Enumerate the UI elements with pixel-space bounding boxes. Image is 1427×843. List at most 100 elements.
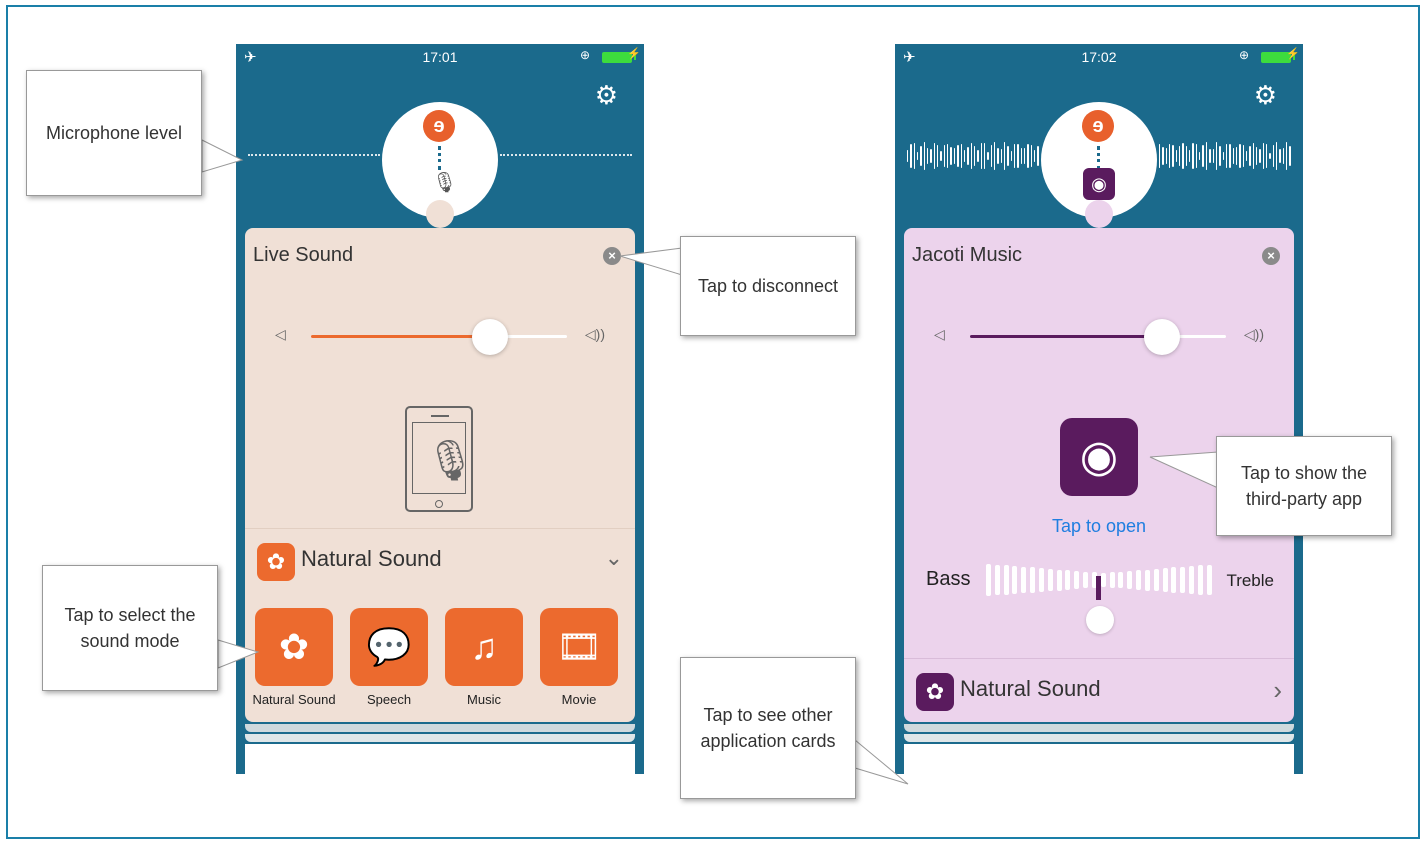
equalizer-bar	[1144, 569, 1150, 591]
sound-mode-selector[interactable]: ✿ Natural Sound ⌄	[245, 528, 635, 590]
sound-mode-selector[interactable]: ✿ Natural Sound ›	[904, 658, 1294, 720]
close-icon[interactable]: ×	[1262, 247, 1280, 265]
flower-icon: ✿	[255, 608, 333, 686]
equalizer-marker	[1096, 576, 1101, 600]
waveform-bar	[953, 148, 956, 164]
card-stack-edge[interactable]	[904, 734, 1294, 742]
waveform-bar	[1266, 143, 1268, 169]
mode-label: Natural Sound	[252, 692, 336, 707]
waveform-bar	[967, 146, 969, 166]
equalizer-bar	[1136, 570, 1142, 590]
card-stack-edge[interactable]	[245, 734, 635, 742]
waveform-bar	[1017, 144, 1019, 168]
film-icon: 🎞	[540, 608, 618, 686]
volume-slider[interactable]: ◁ ◁))	[934, 319, 1264, 355]
mode-label: Movie	[561, 692, 597, 707]
music-note-icon: ♫	[445, 608, 523, 686]
card-stack-edge[interactable]	[904, 744, 1294, 774]
waveform-bar	[1289, 145, 1291, 167]
card-pointer	[426, 200, 454, 228]
callout-third-party-app: Tap to show the third-party app	[1216, 436, 1392, 536]
equalizer-bar	[1074, 570, 1080, 590]
volume-knob[interactable]	[472, 319, 509, 355]
tablet-screen: 🎙	[412, 422, 476, 494]
waveform-bar	[1279, 149, 1281, 163]
music-app-icon: ◉	[1083, 168, 1115, 200]
equalizer-bar	[1056, 569, 1062, 591]
volume-low-icon: ◁	[934, 326, 945, 342]
equalizer-bar	[1100, 573, 1106, 587]
mode-natural-sound[interactable]: ✿ Natural Sound	[249, 608, 339, 707]
volume-track[interactable]	[311, 319, 567, 355]
volume-knob[interactable]	[1144, 319, 1180, 355]
waveform-bar	[1252, 143, 1254, 169]
mode-speech[interactable]: 💬 Speech	[344, 608, 434, 707]
volume-fill	[311, 335, 491, 338]
waveform-bar	[980, 143, 982, 169]
chevron-right-icon[interactable]: ›	[1273, 675, 1282, 706]
close-icon[interactable]: ×	[603, 247, 621, 265]
waveform-bar	[1219, 145, 1221, 167]
mode-label: Music	[467, 692, 501, 707]
rotation-lock-icon: ⊕	[1238, 48, 1249, 62]
card-stack-edge[interactable]	[245, 724, 635, 732]
waveform-bar	[1205, 142, 1208, 170]
chevron-down-icon[interactable]: ⌄	[605, 545, 623, 571]
waveform-bar	[1195, 143, 1198, 169]
gear-icon[interactable]: ⚙	[1254, 82, 1277, 108]
waveform-bar	[923, 142, 926, 170]
microphone-icon: 🎙	[425, 439, 476, 483]
volume-slider[interactable]: ◁ ◁))	[275, 319, 605, 355]
ear-icon: ɘ	[1082, 110, 1114, 142]
waveform-bar	[987, 152, 989, 160]
waveform-bar	[1255, 146, 1258, 166]
waveform-bar	[1159, 144, 1161, 168]
waveform-bar	[1249, 146, 1251, 166]
waveform-bar	[983, 143, 986, 169]
waveform-bar	[1172, 144, 1174, 168]
volume-low-icon: ◁	[275, 326, 286, 342]
phone-jacoti-music: ✈ 17:02 ⊕ ⚡ ⚙ ɘ ◉ Jacoti Music × ◁ ◁)) ◉…	[895, 44, 1303, 774]
waveform-bar	[1259, 149, 1261, 163]
waveform-bar	[1020, 147, 1023, 165]
waveform-bar	[943, 144, 946, 168]
equalizer-bar	[1127, 570, 1133, 590]
mode-movie[interactable]: 🎞 Movie	[534, 608, 624, 707]
card-title: Jacoti Music	[912, 244, 1023, 266]
equalizer-bar	[1003, 565, 1009, 595]
gear-icon[interactable]: ⚙	[595, 82, 618, 108]
connection-dots	[1097, 146, 1100, 170]
volume-track[interactable]	[970, 319, 1226, 355]
card-stack-edge[interactable]	[904, 724, 1294, 732]
status-bar: ✈ 17:01 ⊕ ⚡	[236, 44, 644, 70]
waveform-bar	[940, 150, 942, 162]
bass-label: Bass	[926, 568, 971, 590]
waveform-bar	[1030, 144, 1033, 168]
callout-select-mode: Tap to select the sound mode	[42, 565, 218, 691]
waveform-bar	[977, 149, 979, 163]
waveform-bar	[993, 142, 996, 170]
waveform-bar	[1239, 144, 1241, 168]
waveform-bar	[990, 145, 992, 167]
callout-disconnect: Tap to disconnect	[680, 236, 856, 336]
equalizer-knob[interactable]	[1086, 606, 1114, 634]
waveform-bar	[1235, 147, 1238, 165]
connection-dots	[438, 146, 441, 170]
microphone-icon: 🎙	[432, 172, 458, 194]
waveform-bar	[1024, 147, 1026, 165]
waveform-bar	[910, 143, 912, 169]
tablet-microphone-illustration: 🎙	[405, 406, 476, 512]
waveform-bar	[933, 142, 936, 170]
card-stack-edge[interactable]	[245, 744, 635, 774]
waveform-bar	[1007, 145, 1009, 167]
waveform-bar	[930, 149, 932, 163]
waveform-bar	[1286, 142, 1288, 170]
jacoti-app-icon[interactable]: ◉	[1060, 418, 1138, 496]
waveform-bar	[1245, 150, 1248, 162]
treble-label: Treble	[1226, 571, 1274, 590]
microphone-level-left	[248, 154, 380, 156]
waveform-bar	[997, 148, 999, 164]
ear-icon: ɘ	[423, 110, 455, 142]
mode-music[interactable]: ♫ Music	[439, 608, 529, 707]
waveform-bar	[973, 146, 976, 166]
